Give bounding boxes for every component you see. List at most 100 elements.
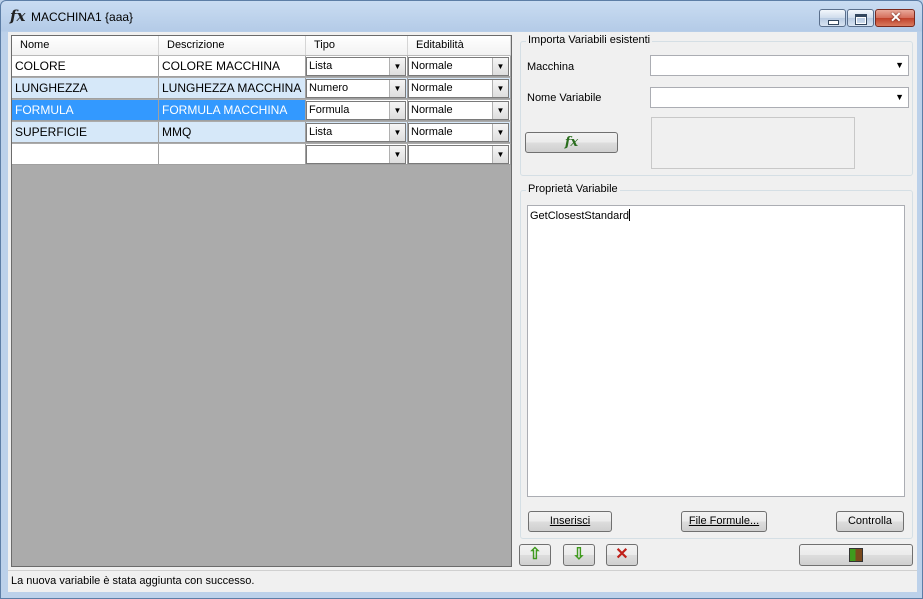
cell-editabilita: ▼ xyxy=(408,144,511,165)
column-header-nome[interactable]: Nome xyxy=(12,36,159,55)
client-area: Nome Descrizione Tipo Editabilità COLORE… xyxy=(8,32,917,592)
inserisci-label: Inserisci xyxy=(549,515,591,527)
tipo-value: Lista xyxy=(309,126,333,138)
window-title: MACCHINA1 {aaa} xyxy=(31,10,134,24)
import-fx-button[interactable]: fx xyxy=(525,132,618,153)
table-row[interactable]: COLORE COLORE MACCHINA Lista ▼ Normale ▼ xyxy=(12,56,511,78)
table-row[interactable]: ▼ ▼ xyxy=(12,144,511,166)
tipo-combo[interactable]: Lista ▼ xyxy=(306,123,406,142)
chevron-down-icon: ▼ xyxy=(492,102,508,119)
cell-descrizione[interactable] xyxy=(159,144,306,165)
arrow-down-icon: ⇩ xyxy=(572,546,586,563)
editabilita-combo[interactable]: Normale ▼ xyxy=(408,101,509,120)
preview-panel xyxy=(651,117,855,169)
tipo-combo[interactable]: Formula ▼ xyxy=(306,101,406,120)
table-row[interactable]: FORMULA FORMULA MACCHINA Formula ▼ Normale ▼ xyxy=(12,100,511,122)
tipo-combo[interactable]: Numero ▼ xyxy=(306,79,406,98)
close-button[interactable]: ✕ xyxy=(875,9,915,27)
chevron-down-icon: ▼ xyxy=(492,80,508,97)
chevron-down-icon: ▼ xyxy=(389,58,405,75)
chevron-down-icon: ▼ xyxy=(492,58,508,75)
nome-variabile-label: Nome Variabile xyxy=(527,92,602,104)
editabilita-combo[interactable]: Normale ▼ xyxy=(408,123,509,142)
cell-editabilita: Normale ▼ xyxy=(408,78,511,99)
chevron-down-icon: ▼ xyxy=(492,124,508,141)
cell-tipo: Numero ▼ xyxy=(306,78,408,99)
cell-nome[interactable]: SUPERFICIE xyxy=(12,122,159,143)
file-formule-button[interactable]: File Formule... xyxy=(681,511,767,532)
properties-group-title: Proprietà Variabile xyxy=(526,183,620,195)
tipo-value: Lista xyxy=(309,60,333,72)
cell-nome[interactable]: LUNGHEZZA xyxy=(12,78,159,99)
cell-nome[interactable]: COLORE xyxy=(12,56,159,77)
cell-tipo: Lista ▼ xyxy=(306,56,408,77)
controlla-button[interactable]: Controlla xyxy=(836,511,904,532)
cell-editabilita: Normale ▼ xyxy=(408,100,511,121)
delete-button[interactable]: ✕ xyxy=(606,544,638,566)
table-row[interactable]: SUPERFICIE MMQ Lista ▼ Normale ▼ xyxy=(12,122,511,144)
cell-descrizione[interactable]: MMQ xyxy=(159,122,306,143)
editabilita-value: Normale xyxy=(411,60,453,72)
cell-tipo: Formula ▼ xyxy=(306,100,408,121)
column-header-descrizione[interactable]: Descrizione xyxy=(159,36,306,55)
editabilita-value: Normale xyxy=(411,104,453,116)
chevron-down-icon: ▼ xyxy=(389,146,405,163)
maximize-button[interactable] xyxy=(847,9,874,27)
editabilita-value: Normale xyxy=(411,126,453,138)
exit-door-icon xyxy=(849,548,863,562)
grid-header: Nome Descrizione Tipo Editabilità xyxy=(12,36,511,56)
tipo-value: Formula xyxy=(309,104,350,116)
cell-tipo: Lista ▼ xyxy=(306,122,408,143)
minimize-button[interactable] xyxy=(819,9,846,27)
tipo-value: Numero xyxy=(309,82,349,94)
cell-descrizione[interactable]: COLORE MACCHINA xyxy=(159,56,306,77)
chevron-down-icon: ▼ xyxy=(389,80,405,97)
inserisci-button[interactable]: Inserisci xyxy=(528,511,612,532)
close-icon: ✕ xyxy=(890,9,902,25)
macchina-dropdown[interactable]: ▼ xyxy=(650,55,909,76)
formula-textarea[interactable]: GetClosestStandard xyxy=(527,205,905,497)
status-bar: La nuova variabile è stata aggiunta con … xyxy=(8,570,917,592)
tipo-combo[interactable]: Lista ▼ xyxy=(306,57,406,76)
editabilita-combo[interactable]: ▼ xyxy=(408,145,509,164)
fx-icon: fx xyxy=(10,7,26,25)
controlla-label: Controlla xyxy=(847,515,893,527)
variables-grid[interactable]: Nome Descrizione Tipo Editabilità COLORE… xyxy=(11,35,512,567)
column-header-tipo[interactable]: Tipo xyxy=(306,36,408,55)
fx-function-icon: fx xyxy=(564,135,579,150)
status-text: La nuova variabile è stata aggiunta con … xyxy=(11,575,255,587)
main-window: fx MACCHINA1 {aaa} ✕ Nome Descrizione Ti… xyxy=(0,0,923,599)
macchina-label: Macchina xyxy=(527,61,575,73)
title-bar[interactable]: fx MACCHINA1 {aaa} ✕ xyxy=(1,1,922,31)
delete-x-icon: ✕ xyxy=(615,546,629,563)
chevron-down-icon: ▼ xyxy=(389,102,405,119)
cell-descrizione[interactable]: FORMULA MACCHINA xyxy=(159,100,306,121)
file-formule-label: File Formule... xyxy=(688,515,760,527)
variable-properties-group: Proprietà Variabile GetClosestStandard I… xyxy=(520,183,913,539)
cell-nome[interactable] xyxy=(12,144,159,165)
arrow-up-icon: ⇧ xyxy=(528,546,542,563)
exit-button[interactable] xyxy=(799,544,913,566)
table-row[interactable]: LUNGHEZZA LUNGHEZZA MACCHINA Numero ▼ Normal… xyxy=(12,78,511,100)
text-caret xyxy=(629,209,631,221)
formula-text: GetClosestStandard xyxy=(530,210,630,222)
chevron-down-icon: ▼ xyxy=(389,124,405,141)
chevron-down-icon: ▼ xyxy=(895,92,904,102)
editabilita-combo[interactable]: Normale ▼ xyxy=(408,79,509,98)
nome-variabile-dropdown[interactable]: ▼ xyxy=(650,87,909,108)
cell-editabilita: Normale ▼ xyxy=(408,56,511,77)
move-up-button[interactable]: ⇧ xyxy=(519,544,551,566)
cell-descrizione[interactable]: LUNGHEZZA MACCHINA xyxy=(159,78,306,99)
import-group-title: Importa Variabili esistenti xyxy=(526,34,653,46)
import-variables-group: Importa Variabili esistenti Macchina ▼ N… xyxy=(520,34,913,176)
move-down-button[interactable]: ⇩ xyxy=(563,544,595,566)
editabilita-value: Normale xyxy=(411,82,453,94)
chevron-down-icon: ▼ xyxy=(895,60,904,70)
cell-nome[interactable]: FORMULA xyxy=(12,100,159,121)
chevron-down-icon: ▼ xyxy=(492,146,508,163)
cell-editabilita: Normale ▼ xyxy=(408,122,511,143)
cell-tipo: ▼ xyxy=(306,144,408,165)
editabilita-combo[interactable]: Normale ▼ xyxy=(408,57,509,76)
column-header-editabilita[interactable]: Editabilità xyxy=(408,36,511,55)
tipo-combo[interactable]: ▼ xyxy=(306,145,406,164)
